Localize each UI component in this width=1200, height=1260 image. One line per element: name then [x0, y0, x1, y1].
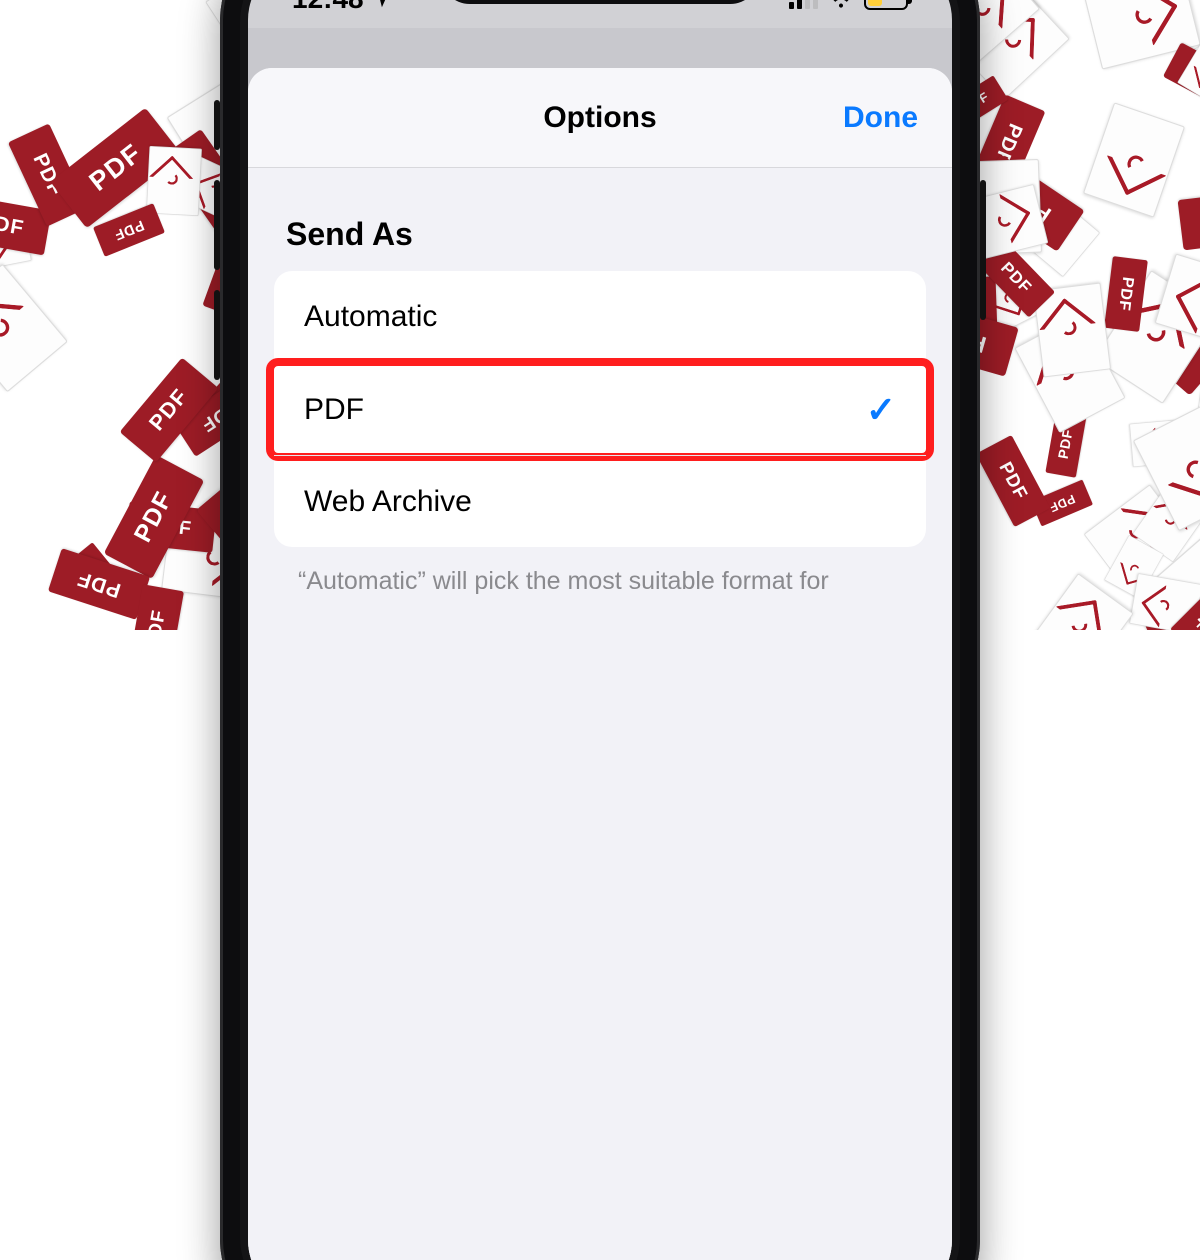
options-sheet: Options Done Send As Automatic ✓ PDF ✓ W… [248, 68, 952, 1260]
iphone-screen: 12:48 [248, 0, 952, 1260]
pdf-doc-icon [0, 264, 67, 393]
send-as-option-list: Automatic ✓ PDF ✓ Web Archive ✓ [274, 271, 926, 547]
pdf-tag-icon: PDF [1177, 188, 1200, 251]
status-bar: 12:48 [248, 0, 952, 28]
cellular-signal-icon [789, 0, 818, 9]
option-label: Web Archive [304, 485, 472, 519]
iphone-notch [440, 0, 760, 4]
wifi-icon [828, 0, 854, 12]
pdf-tag-icon: PDF [975, 435, 1050, 527]
sheet-header: Options Done [248, 68, 952, 168]
option-web-archive[interactable]: Web Archive ✓ [274, 455, 926, 547]
battery-icon [864, 0, 908, 10]
section-header-send-as: Send As [248, 168, 952, 271]
done-button[interactable]: Done [843, 101, 918, 135]
footer-hint-text: “Automatic” will pick the most suitable … [248, 547, 952, 596]
mute-switch [214, 100, 220, 150]
checkmark-icon: ✓ [866, 389, 896, 431]
iphone-frame: 12:48 [220, 0, 980, 1260]
battery-level [868, 0, 882, 6]
sheet-title: Options [543, 101, 656, 135]
option-pdf[interactable]: PDF ✓ [274, 363, 926, 455]
option-label: PDF [304, 393, 364, 427]
power-button [980, 180, 986, 320]
pdf-doc-icon [146, 146, 202, 216]
volume-down-button [214, 290, 220, 380]
pdf-doc-icon [1083, 102, 1185, 217]
option-automatic[interactable]: Automatic ✓ [274, 271, 926, 363]
location-services-icon [370, 0, 392, 10]
option-label: Automatic [304, 300, 437, 334]
status-time: 12:48 [292, 0, 364, 15]
volume-up-button [214, 180, 220, 270]
